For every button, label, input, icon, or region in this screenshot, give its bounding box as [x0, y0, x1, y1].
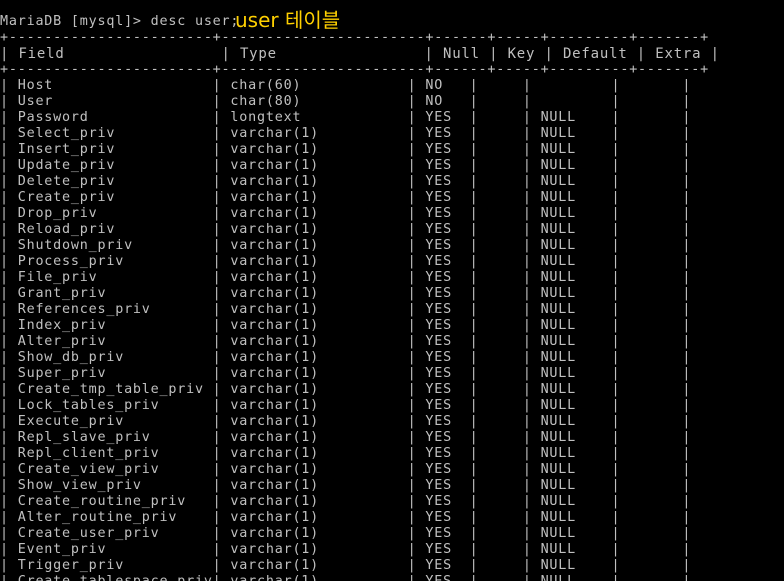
table-row: | Show_view_priv | varchar(1) | YES | | … — [0, 478, 692, 493]
table-row: | Create_routine_priv | varchar(1) | YES… — [0, 494, 692, 509]
table-row: | Update_priv | varchar(1) | YES | | NUL… — [0, 158, 692, 173]
table-row: | File_priv | varchar(1) | YES | | NULL … — [0, 270, 692, 285]
table-row: | Create_tablespace_priv| varchar(1) | Y… — [0, 574, 691, 581]
table-separator: +-----------------------+---------------… — [0, 30, 709, 45]
table-row: | Repl_client_priv | varchar(1) | YES | … — [0, 446, 692, 461]
table-row: | Alter_routine_priv | varchar(1) | YES … — [0, 510, 692, 525]
table-row: | Create_view_priv | varchar(1) | YES | … — [0, 462, 692, 477]
table-separator: +-----------------------+---------------… — [0, 62, 709, 77]
table-row: | Process_priv | varchar(1) | YES | | NU… — [0, 254, 692, 269]
table-row: | Delete_priv | varchar(1) | YES | | NUL… — [0, 174, 692, 189]
table-row: | Insert_priv | varchar(1) | YES | | NUL… — [0, 142, 692, 157]
table-row: | Host | char(60) | NO | | | | — [0, 78, 692, 93]
table-row: | Repl_slave_priv | varchar(1) | YES | |… — [0, 430, 692, 445]
command-prompt: MariaDB [mysql]> desc user; — [0, 14, 240, 29]
table-row: | Select_priv | varchar(1) | YES | | NUL… — [0, 126, 692, 141]
table-row: | Create_tmp_table_priv | varchar(1) | Y… — [0, 382, 692, 397]
table-row: | Lock_tables_priv | varchar(1) | YES | … — [0, 398, 692, 413]
table-row: | Alter_priv | varchar(1) | YES | | NULL… — [0, 334, 692, 349]
table-row: | References_priv | varchar(1) | YES | |… — [0, 302, 692, 317]
table-row: | Grant_priv | varchar(1) | YES | | NULL… — [0, 286, 692, 301]
table-row: | Execute_priv | varchar(1) | YES | | NU… — [0, 414, 692, 429]
table-row: | Shutdown_priv | varchar(1) | YES | | N… — [0, 238, 692, 253]
table-row: | Create_user_priv | varchar(1) | YES | … — [0, 526, 692, 541]
table-row: | Reload_priv | varchar(1) | YES | | NUL… — [0, 222, 692, 237]
table-row: | Index_priv | varchar(1) | YES | | NULL… — [0, 318, 692, 333]
table-header: | Field | Type | Null | Key | Default | … — [0, 46, 720, 62]
table-row: | User | char(80) | NO | | | | — [0, 94, 692, 109]
terminal-window[interactable]: MariaDB [mysql]> desc user; user 테이블 +--… — [0, 0, 784, 581]
table-row: | Create_priv | varchar(1) | YES | | NUL… — [0, 190, 692, 205]
table-row: | Drop_priv | varchar(1) | YES | | NULL … — [0, 206, 692, 221]
table-row: | Show_db_priv | varchar(1) | YES | | NU… — [0, 350, 692, 365]
table-row: | Super_priv | varchar(1) | YES | | NULL… — [0, 366, 692, 381]
table-row: | Trigger_priv | varchar(1) | YES | | NU… — [0, 558, 692, 573]
table-row: | Event_priv | varchar(1) | YES | | NULL… — [0, 542, 692, 557]
table-row: | Password | longtext | YES | | NULL | | — [0, 110, 692, 125]
